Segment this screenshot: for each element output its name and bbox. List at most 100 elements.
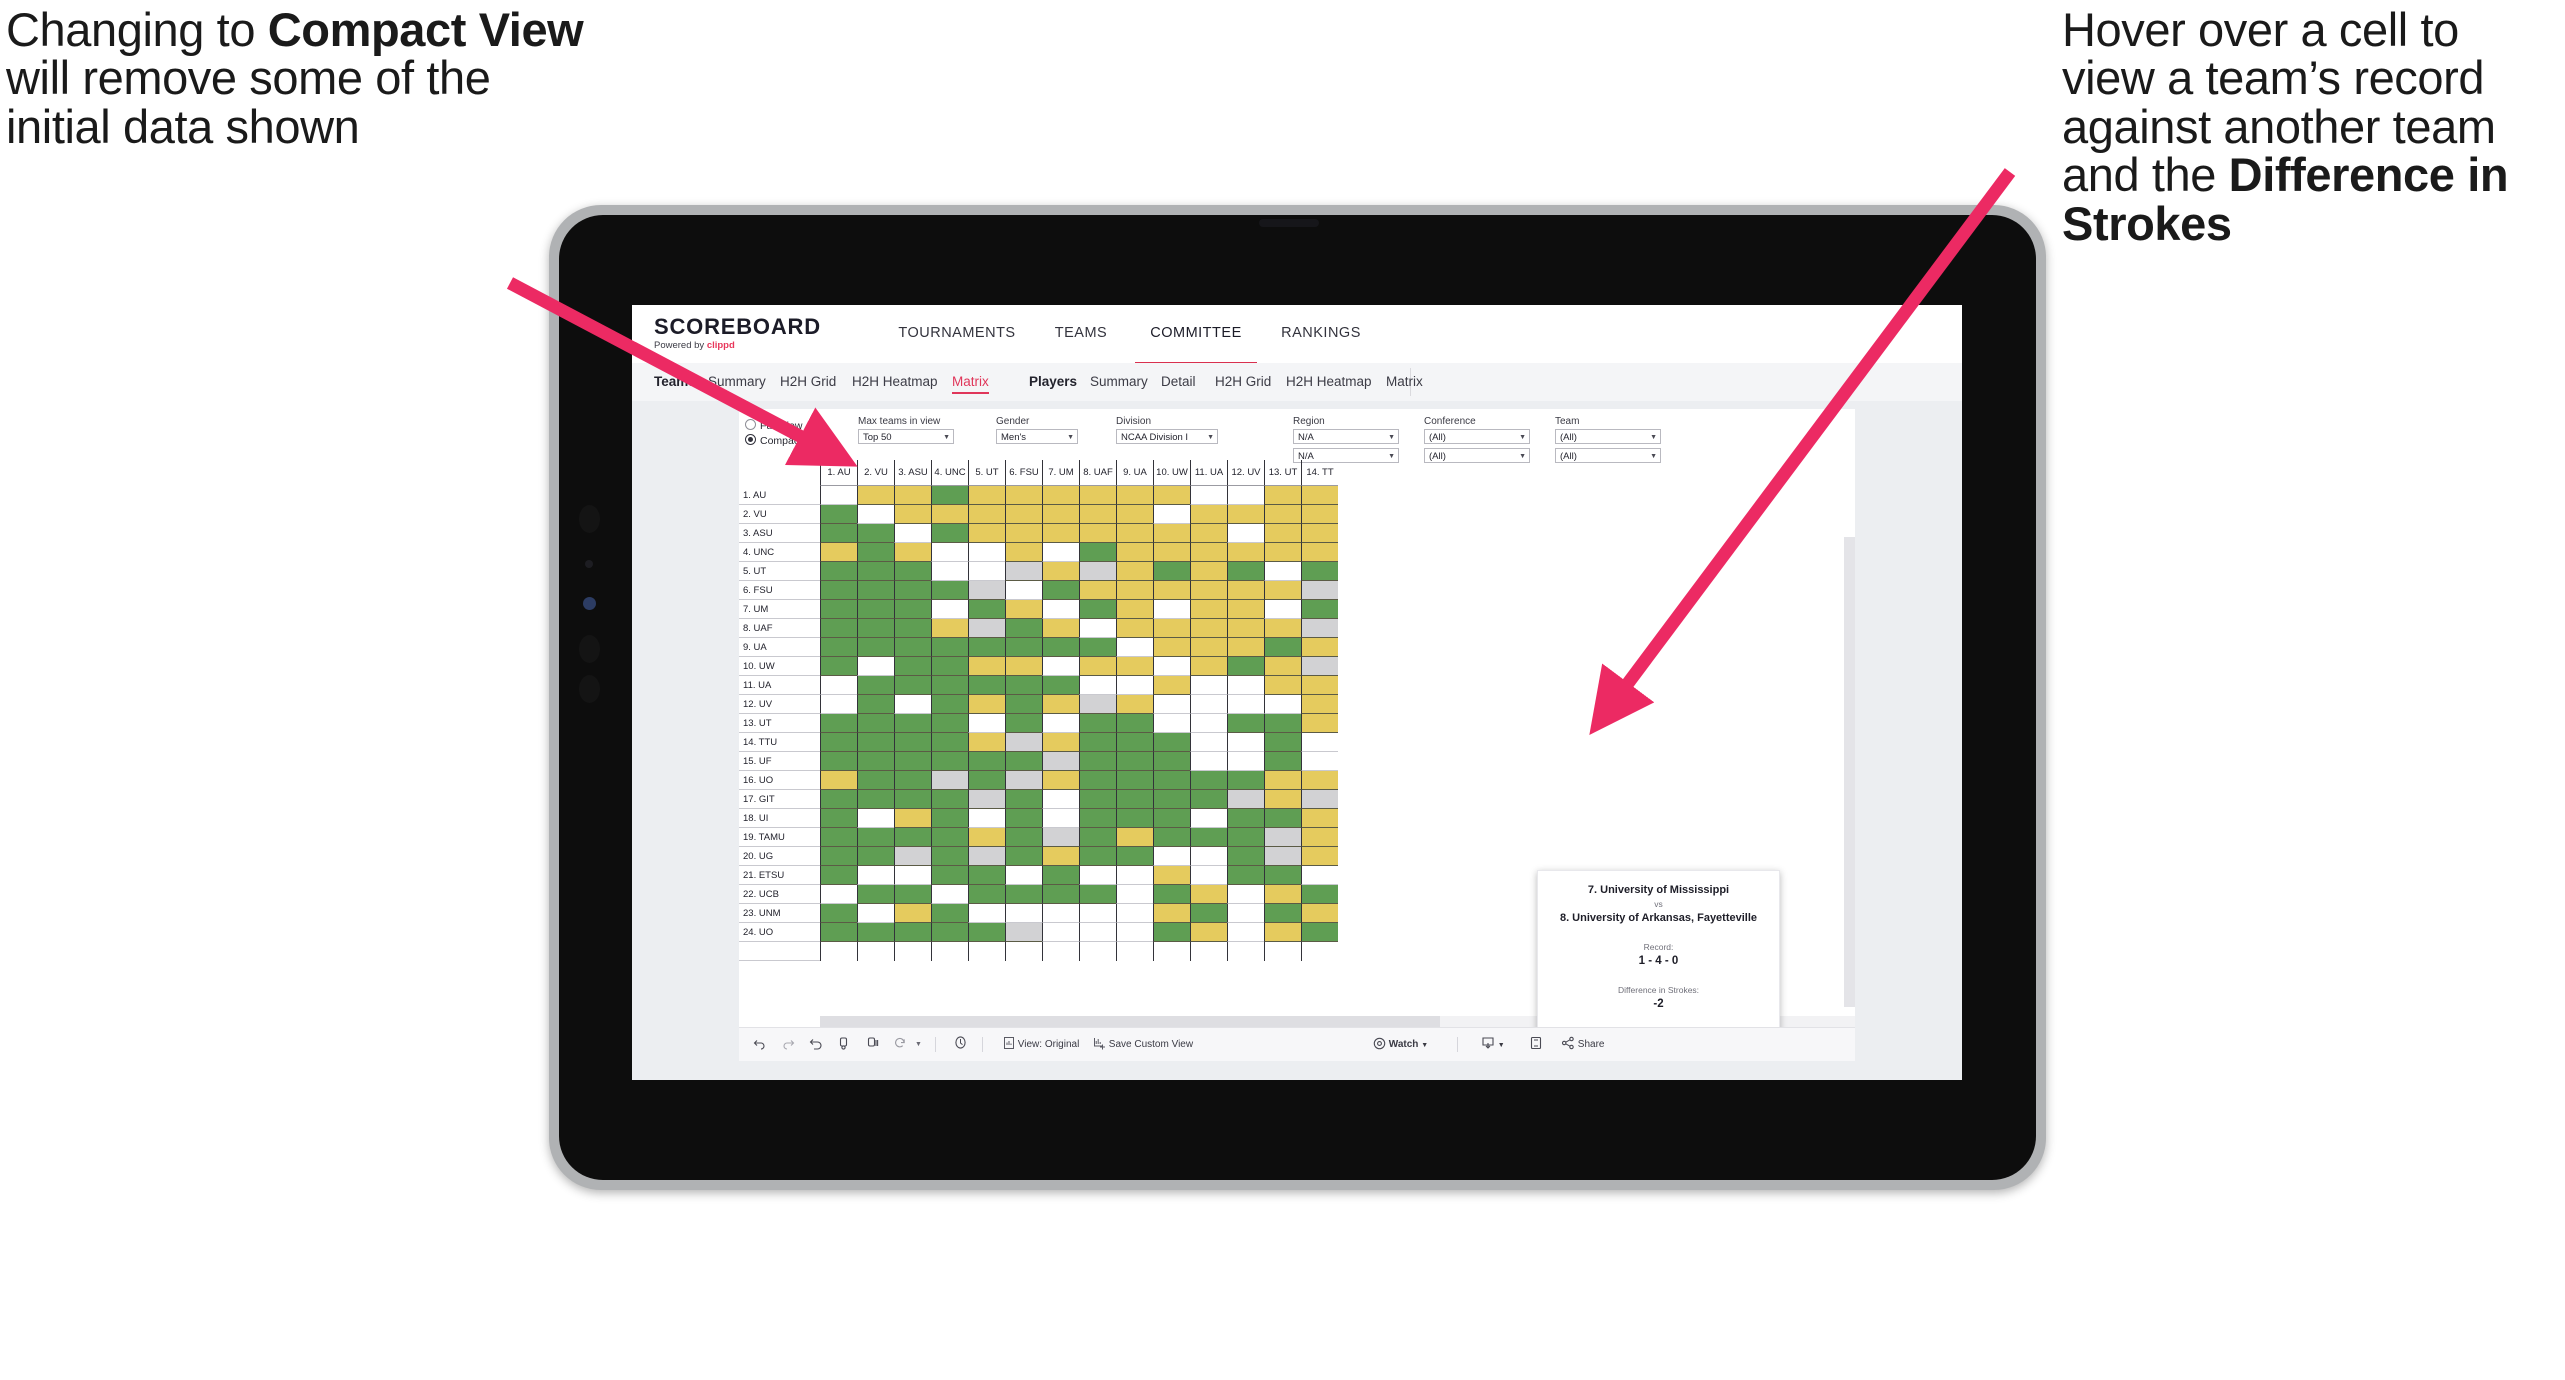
matrix-cell[interactable] [857, 543, 894, 562]
matrix-cell[interactable] [931, 714, 968, 733]
matrix-col-header[interactable]: 8. UAF [1079, 460, 1116, 486]
matrix-cell[interactable] [1301, 923, 1338, 942]
redo-button[interactable] [781, 1028, 795, 1061]
matrix-cell[interactable] [857, 733, 894, 752]
matrix-cell[interactable] [1264, 904, 1301, 923]
matrix-cell[interactable] [820, 619, 857, 638]
matrix-cell[interactable] [931, 847, 968, 866]
matrix-cell[interactable] [1227, 790, 1264, 809]
matrix-col-header[interactable]: 7. UM [1042, 460, 1079, 486]
matrix-cell[interactable] [1005, 809, 1042, 828]
matrix-cell[interactable] [1264, 790, 1301, 809]
matrix-cell[interactable] [1190, 809, 1227, 828]
matrix-cell[interactable] [1301, 790, 1338, 809]
matrix-cell[interactable] [820, 638, 857, 657]
matrix-cell[interactable] [1153, 524, 1190, 543]
radio-full-view-mark[interactable] [745, 419, 756, 430]
matrix-cell[interactable] [857, 752, 894, 771]
subnav-teams-h2h-heatmap[interactable]: H2H Heatmap [852, 363, 938, 401]
matrix-cell[interactable] [1042, 581, 1079, 600]
matrix-cell[interactable] [1190, 505, 1227, 524]
matrix-cell[interactable] [1190, 543, 1227, 562]
matrix-cell[interactable] [820, 904, 857, 923]
matrix-cell[interactable] [1116, 505, 1153, 524]
pause-auto-update-button[interactable] [837, 1028, 851, 1061]
matrix-cell[interactable] [1264, 733, 1301, 752]
filter-gender-select[interactable]: Men's ▼ [996, 429, 1078, 444]
matrix-cell[interactable] [1190, 486, 1227, 505]
matrix-col-header[interactable]: 1. AU [820, 460, 857, 486]
matrix-row-header[interactable]: 5. UT [739, 562, 820, 581]
matrix-cell[interactable] [1005, 752, 1042, 771]
matrix-cell[interactable] [1116, 619, 1153, 638]
matrix-cell[interactable] [931, 600, 968, 619]
matrix-row-header[interactable]: 14. TTU [739, 733, 820, 752]
matrix-row-header[interactable]: 22. UCB [739, 885, 820, 904]
matrix-cell[interactable] [1079, 866, 1116, 885]
matrix-cell[interactable] [1116, 714, 1153, 733]
matrix-cell[interactable] [1190, 790, 1227, 809]
matrix-cell[interactable] [1079, 486, 1116, 505]
matrix-cell[interactable] [1153, 695, 1190, 714]
matrix-cell[interactable] [857, 809, 894, 828]
matrix-cell[interactable] [1116, 695, 1153, 714]
matrix-cell[interactable] [1042, 714, 1079, 733]
matrix-cell[interactable] [1227, 923, 1264, 942]
matrix-cell[interactable] [1153, 923, 1190, 942]
matrix-cell[interactable] [1301, 847, 1338, 866]
matrix-cell[interactable] [1227, 847, 1264, 866]
matrix-cell[interactable] [857, 866, 894, 885]
matrix-cell[interactable] [1301, 714, 1338, 733]
matrix-cell[interactable] [1190, 923, 1227, 942]
matrix-cell[interactable] [894, 543, 931, 562]
matrix-cell[interactable] [968, 486, 1005, 505]
matrix-cell[interactable] [820, 923, 857, 942]
matrix-cell[interactable] [820, 866, 857, 885]
matrix-cell[interactable] [1116, 828, 1153, 847]
matrix-cell[interactable] [1264, 847, 1301, 866]
matrix-cell[interactable] [1301, 809, 1338, 828]
matrix-cell[interactable] [1190, 524, 1227, 543]
filter-conference-select-1[interactable]: (All) ▼ [1424, 429, 1530, 444]
matrix-cell[interactable] [1153, 866, 1190, 885]
matrix-cell[interactable] [1042, 752, 1079, 771]
matrix-row-header[interactable]: 9. UA [739, 638, 820, 657]
matrix-cell[interactable] [1116, 904, 1153, 923]
matrix-horizontal-scrollbar-thumb[interactable] [820, 1016, 1440, 1027]
matrix-cell[interactable] [931, 524, 968, 543]
matrix-cell[interactable] [1079, 581, 1116, 600]
matrix-cell[interactable] [931, 695, 968, 714]
matrix-cell[interactable] [1264, 714, 1301, 733]
matrix-cell[interactable] [1042, 828, 1079, 847]
matrix-col-header[interactable]: 4. UNC [931, 460, 968, 486]
matrix-cell[interactable] [968, 733, 1005, 752]
matrix-cell[interactable] [1153, 828, 1190, 847]
subnav-teams-h2h-grid[interactable]: H2H Grid [780, 363, 836, 401]
matrix-cell[interactable] [1153, 809, 1190, 828]
matrix-cell[interactable] [820, 714, 857, 733]
matrix-cell[interactable] [968, 866, 1005, 885]
matrix-row-header[interactable]: 8. UAF [739, 619, 820, 638]
matrix-cell[interactable] [1301, 600, 1338, 619]
matrix-cell[interactable] [1227, 638, 1264, 657]
matrix-cell[interactable] [857, 676, 894, 695]
refresh-button[interactable] [893, 1028, 907, 1061]
matrix-cell[interactable] [857, 828, 894, 847]
matrix-cell[interactable] [1005, 581, 1042, 600]
matrix-cell[interactable] [1005, 828, 1042, 847]
matrix-cell[interactable] [1153, 904, 1190, 923]
matrix-cell[interactable] [1190, 581, 1227, 600]
subnav-players-detail[interactable]: Detail [1161, 363, 1196, 401]
matrix-cell[interactable] [968, 543, 1005, 562]
matrix-cell[interactable] [820, 524, 857, 543]
subnav-teams-matrix[interactable]: Matrix [952, 363, 989, 401]
matrix-cell[interactable] [1005, 885, 1042, 904]
matrix-cell[interactable] [1301, 543, 1338, 562]
matrix-cell[interactable] [820, 581, 857, 600]
matrix-cell[interactable] [1264, 543, 1301, 562]
matrix-cell[interactable] [1005, 486, 1042, 505]
matrix-cell[interactable] [1153, 486, 1190, 505]
matrix-cell[interactable] [1042, 657, 1079, 676]
matrix-cell[interactable] [1005, 505, 1042, 524]
matrix-row-header[interactable]: 18. UI [739, 809, 820, 828]
